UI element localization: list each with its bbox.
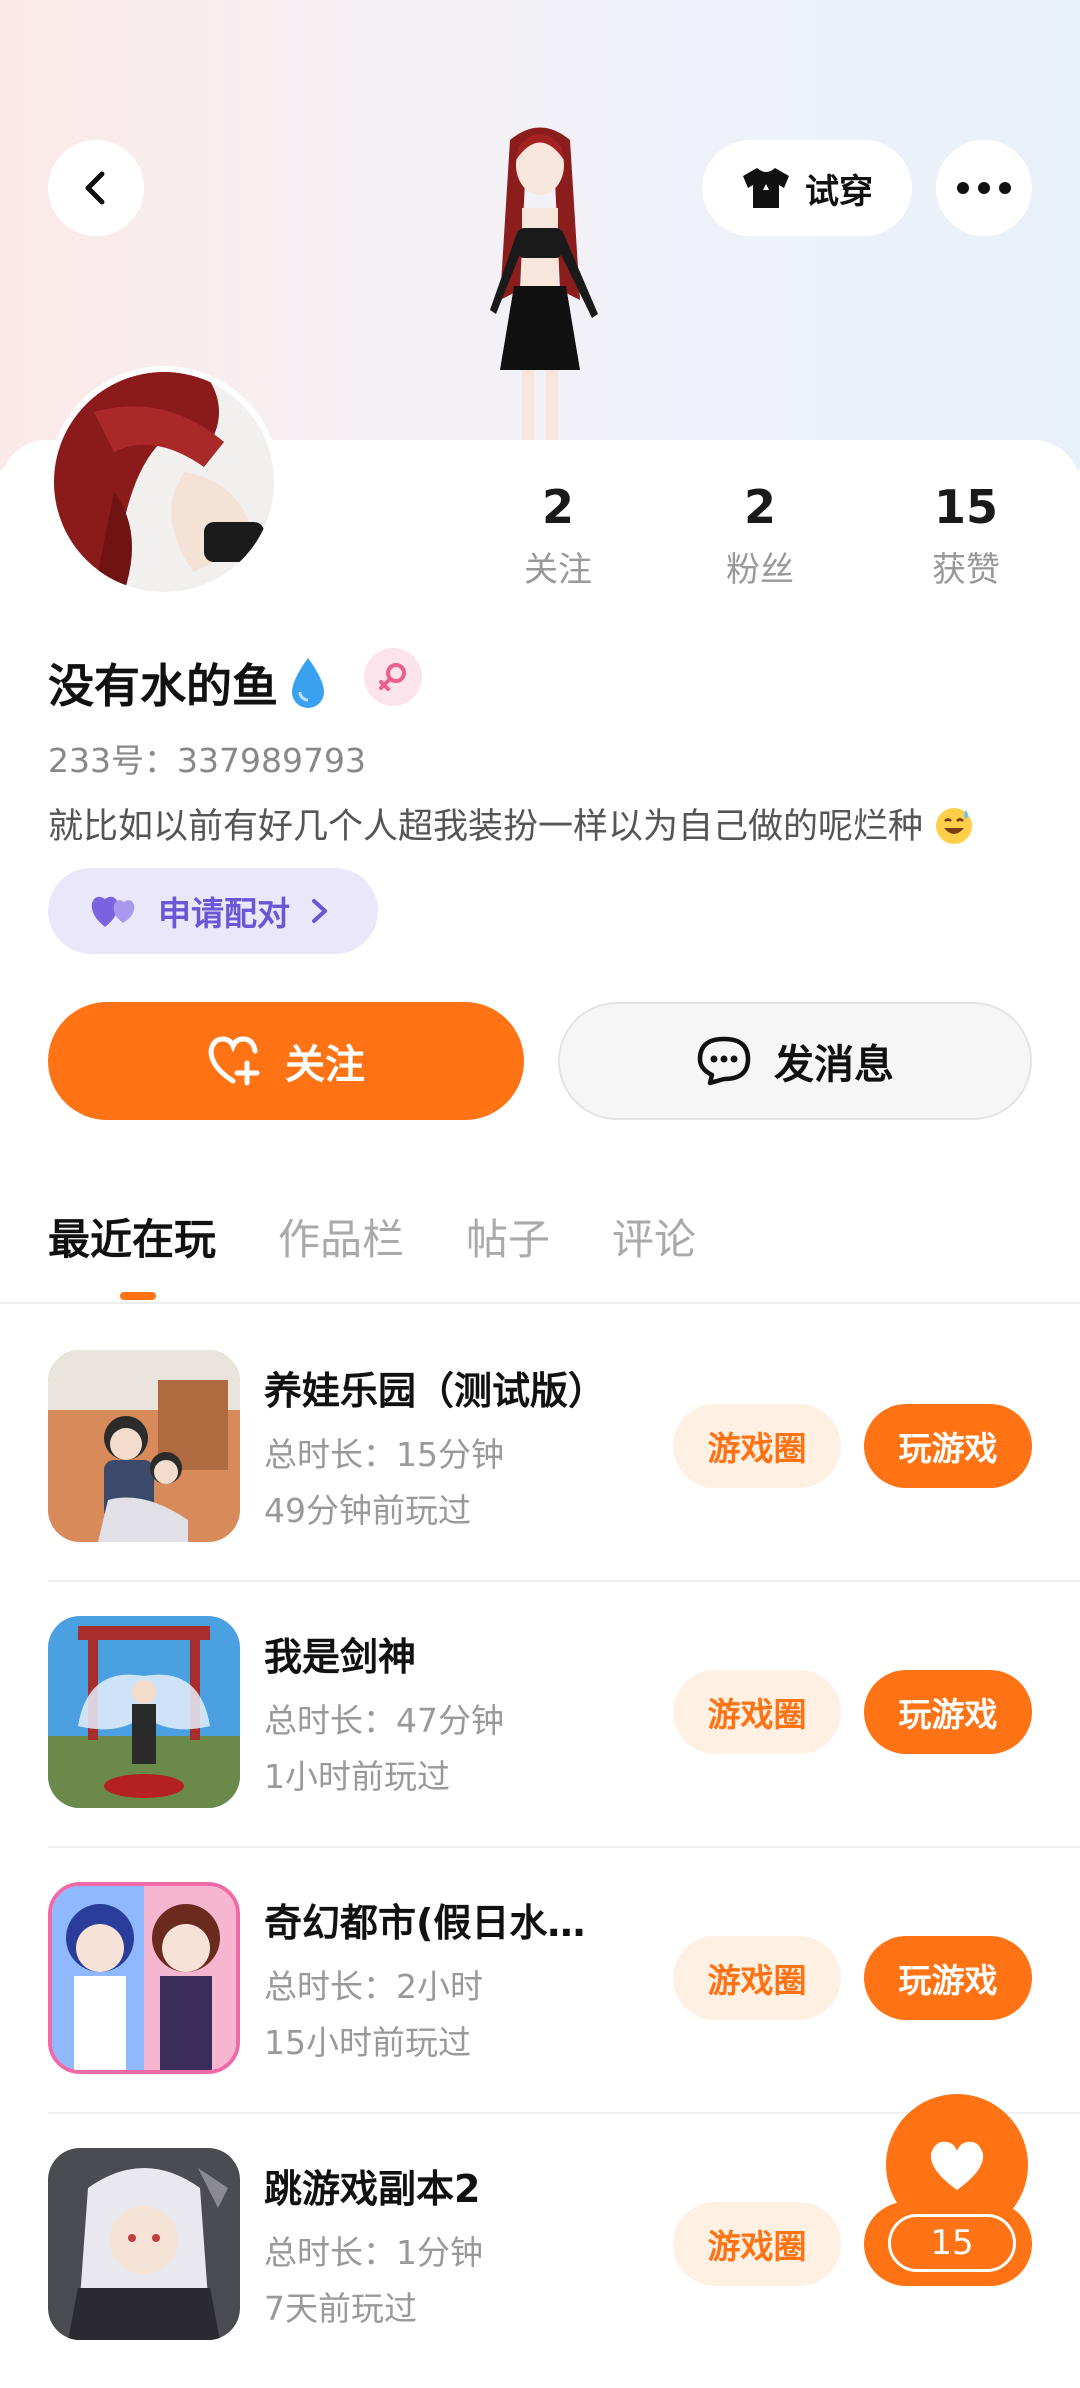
sweat-smile-emoji-icon	[936, 808, 973, 844]
chevron-left-icon	[85, 171, 105, 205]
double-heart-icon	[91, 896, 135, 927]
tab-comments[interactable]: 评论	[612, 1206, 696, 1267]
list-item[interactable]: 跳游戏副本2 总时长：1分钟 7天前玩过 游戏圈 玩游戏	[48, 2148, 1032, 2388]
like-count-badge: 15	[888, 2214, 1016, 2272]
profile-name: 没有水的鱼	[48, 659, 278, 713]
gender-badge	[364, 648, 422, 706]
tshirt-icon	[743, 168, 789, 208]
stat-likes-count: 15	[933, 480, 998, 534]
game-circle-button[interactable]: 游戏圈	[673, 2202, 841, 2286]
stat-followers-count: 2	[743, 480, 776, 534]
follow-button[interactable]: 关注	[48, 1002, 524, 1120]
tab-divider	[0, 1302, 1080, 1304]
user-id: 233号：337989793	[48, 741, 366, 780]
try-on-label: 试穿	[805, 171, 873, 212]
game-icon-image	[48, 1616, 240, 1808]
play-game-button[interactable]: 玩游戏	[864, 1404, 1032, 1488]
row-divider	[48, 1846, 1080, 1848]
game-title: 养娃乐园（测试版）	[264, 1369, 607, 1413]
back-button[interactable]	[48, 140, 144, 236]
stat-followers[interactable]: 2 粉丝	[680, 480, 840, 591]
stat-likes[interactable]: 15 获赞	[886, 480, 1046, 591]
play-game-button[interactable]: 玩游戏	[864, 1936, 1032, 2020]
game-title: 奇幻都市(假日水…	[264, 1901, 586, 1945]
game-icon-image	[48, 2148, 240, 2340]
profile-name-row: 没有水的鱼	[48, 650, 328, 716]
game-icon-image	[48, 1350, 240, 1542]
try-on-button[interactable]: 试穿	[702, 140, 912, 236]
heart-plus-icon	[208, 1036, 260, 1086]
game-title: 我是剑神	[264, 1635, 417, 1679]
game-icon-image	[48, 1882, 240, 2074]
apply-pair-button[interactable]: 申请配对	[48, 868, 378, 954]
chat-bubble-icon	[697, 1036, 751, 1086]
game-duration: 总时长：47分钟	[264, 1701, 504, 1740]
active-tab-indicator	[120, 1292, 156, 1300]
more-options-button[interactable]	[936, 140, 1032, 236]
list-item[interactable]: 养娃乐园（测试版） 总时长：15分钟 49分钟前玩过 游戏圈 玩游戏	[48, 1350, 1032, 1616]
user-bio-text: 就比如以前有好几个人超我装扮一样以为自己做的呢烂种	[48, 807, 924, 847]
user-bio: 就比如以前有好几个人超我装扮一样以为自己做的呢烂种	[48, 798, 974, 849]
game-circle-button[interactable]: 游戏圈	[673, 1670, 841, 1754]
game-last-played: 1小时前玩过	[264, 1757, 450, 1796]
stat-following[interactable]: 2 关注	[478, 480, 638, 591]
game-duration: 总时长：2小时	[264, 1967, 483, 2006]
stat-followers-label: 粉丝	[726, 550, 794, 590]
stat-following-label: 关注	[524, 550, 592, 590]
profile-tabs: 最近在玩 作品栏 帖子 评论	[48, 1206, 696, 1267]
chevron-right-icon	[312, 899, 327, 923]
row-divider	[48, 1580, 1080, 1582]
game-last-played: 15小时前玩过	[264, 2023, 471, 2062]
more-dots-icon	[957, 182, 1011, 194]
game-circle-button[interactable]: 游戏圈	[673, 1404, 841, 1488]
stat-likes-label: 获赞	[932, 550, 1000, 590]
stat-following-count: 2	[541, 480, 574, 534]
avatar-3d-figure[interactable]	[430, 120, 650, 450]
tab-posts[interactable]: 帖子	[466, 1206, 550, 1267]
game-last-played: 49分钟前玩过	[264, 1491, 471, 1530]
game-last-played: 7天前玩过	[264, 2289, 417, 2328]
game-duration: 总时长：1分钟	[264, 2233, 483, 2272]
tab-recently-played[interactable]: 最近在玩	[48, 1206, 216, 1267]
follow-label: 关注	[285, 1042, 365, 1088]
heart-icon	[930, 2141, 984, 2190]
list-item[interactable]: 奇幻都市(假日水… 总时长：2小时 15小时前玩过 游戏圈 玩游戏	[48, 1882, 1032, 2148]
game-title: 跳游戏副本2	[264, 2167, 481, 2211]
play-game-button[interactable]: 玩游戏	[864, 1670, 1032, 1754]
send-message-label: 发消息	[774, 1042, 894, 1088]
game-circle-button[interactable]: 游戏圈	[673, 1936, 841, 2020]
game-duration: 总时长：15分钟	[264, 1435, 504, 1474]
list-item[interactable]: 我是剑神 总时长：47分钟 1小时前玩过 游戏圈 玩游戏	[48, 1616, 1032, 1882]
water-drop-icon	[292, 658, 324, 708]
tab-works[interactable]: 作品栏	[278, 1206, 404, 1267]
apply-pair-label: 申请配对	[158, 894, 290, 933]
female-icon	[379, 663, 406, 691]
send-message-button[interactable]: 发消息	[558, 1002, 1032, 1120]
user-avatar[interactable]	[48, 366, 280, 598]
avatar-image	[54, 372, 274, 592]
